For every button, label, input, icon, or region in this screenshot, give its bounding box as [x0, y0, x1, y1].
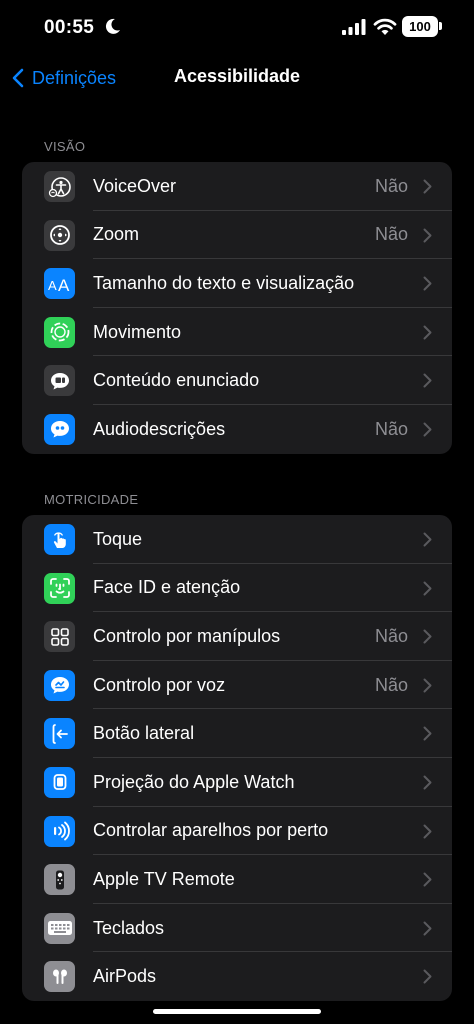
row-label: Zoom [93, 224, 140, 245]
home-indicator[interactable] [153, 1009, 321, 1014]
status-bar: 00:55 100 [0, 0, 474, 56]
switch-control-icon [44, 621, 75, 653]
battery-tip [439, 22, 442, 30]
page-title: Acessibilidade [173, 66, 301, 86]
voice-control-icon [44, 669, 75, 701]
row-label: Face ID e atenção [93, 577, 241, 598]
spoken-content-icon [44, 365, 75, 397]
row-value: Não [374, 175, 408, 196]
side-button-icon [44, 718, 75, 750]
row-voice-control[interactable]: Controlo por voz Não [22, 661, 452, 710]
voiceover-icon [44, 171, 75, 202]
row-voiceover[interactable]: VoiceOver Não [22, 162, 452, 211]
touch-icon [44, 524, 75, 555]
chevron-right-icon [423, 969, 432, 984]
row-audio-descriptions[interactable]: Audiodescrições Não [22, 405, 452, 454]
airpods-icon [44, 961, 75, 993]
row-motion[interactable]: Movimento [22, 308, 452, 357]
row-label: Projeção do Apple Watch [93, 771, 295, 792]
navigation-bar: Definições Acessibilidade [0, 56, 474, 100]
row-label: Controlar aparelhos por perto [93, 820, 329, 841]
chevron-right-icon [423, 581, 432, 596]
row-label: Conteúdo enunciado [93, 370, 260, 391]
motion-icon [44, 316, 75, 348]
row-text-size[interactable]: A A Tamanho do texto e visualização [22, 259, 452, 308]
row-value: Não [374, 674, 408, 695]
row-airpods[interactable]: AirPods [22, 952, 452, 1001]
battery-indicator: 100 [402, 16, 438, 37]
chevron-right-icon [423, 775, 432, 790]
row-apple-tv-remote[interactable]: Apple TV Remote [22, 855, 452, 904]
svg-text:A: A [48, 278, 57, 293]
chevron-right-icon [423, 373, 432, 388]
row-value: Não [374, 224, 408, 245]
text-size-icon: A A [44, 268, 75, 300]
row-label: Apple TV Remote [93, 868, 235, 889]
chevron-right-icon [423, 422, 432, 437]
row-label: Toque [93, 528, 143, 549]
row-label: Movimento [93, 321, 182, 342]
chevron-right-icon [423, 921, 432, 936]
row-label: VoiceOver [93, 175, 177, 196]
row-switch-control[interactable]: Controlo por manípulos Não [22, 612, 452, 661]
row-label: Botão lateral [93, 723, 195, 744]
section-header-motor: MOTRICIDADE [44, 492, 139, 507]
chevron-right-icon [423, 532, 432, 547]
row-keyboards[interactable]: Teclados [22, 904, 452, 953]
row-value: Não [374, 625, 408, 646]
row-touch[interactable]: Toque [22, 515, 452, 564]
chevron-right-icon [423, 726, 432, 741]
vision-group: VoiceOver Não Zoom Não A A Tamanho do te… [22, 162, 452, 454]
chevron-right-icon [423, 678, 432, 693]
row-nearby-devices[interactable]: Controlar aparelhos por perto [22, 807, 452, 856]
zoom-icon [44, 219, 75, 251]
apple-tv-remote-icon [44, 864, 75, 896]
row-label: Audiodescrições [93, 418, 226, 439]
row-label: Controlo por voz [93, 674, 226, 695]
signal-icon [342, 19, 366, 35]
moon-icon [105, 18, 120, 34]
chevron-right-icon [423, 325, 432, 340]
apple-watch-mirroring-icon [44, 766, 75, 798]
chevron-right-icon [423, 228, 432, 243]
chevron-right-icon [423, 824, 432, 839]
row-value: Não [374, 418, 408, 439]
row-label: Teclados [93, 917, 165, 938]
section-header-vision: VISÃO [44, 139, 86, 154]
audio-descriptions-icon [44, 413, 75, 445]
row-label: Tamanho do texto e visualização [93, 272, 355, 293]
status-time: 00:55 [44, 17, 95, 38]
row-label: Controlo por manípulos [93, 625, 281, 646]
row-spoken-content[interactable]: Conteúdo enunciado [22, 356, 452, 405]
svg-text:A: A [58, 276, 70, 294]
chevron-right-icon [423, 276, 432, 291]
chevron-right-icon [423, 179, 432, 194]
row-apple-watch-mirroring[interactable]: Projeção do Apple Watch [22, 758, 452, 807]
wifi-icon [373, 18, 397, 35]
keyboard-icon [44, 912, 75, 944]
row-label: AirPods [93, 966, 157, 987]
row-zoom[interactable]: Zoom Não [22, 211, 452, 260]
face-id-icon [44, 572, 75, 604]
chevron-right-icon [423, 629, 432, 644]
row-side-button[interactable]: Botão lateral [22, 709, 452, 758]
motor-group: Toque Face ID e atenção Controlo por man… [22, 515, 452, 1001]
nearby-devices-icon [44, 815, 75, 847]
chevron-right-icon [423, 872, 432, 887]
row-face-id[interactable]: Face ID e atenção [22, 564, 452, 613]
